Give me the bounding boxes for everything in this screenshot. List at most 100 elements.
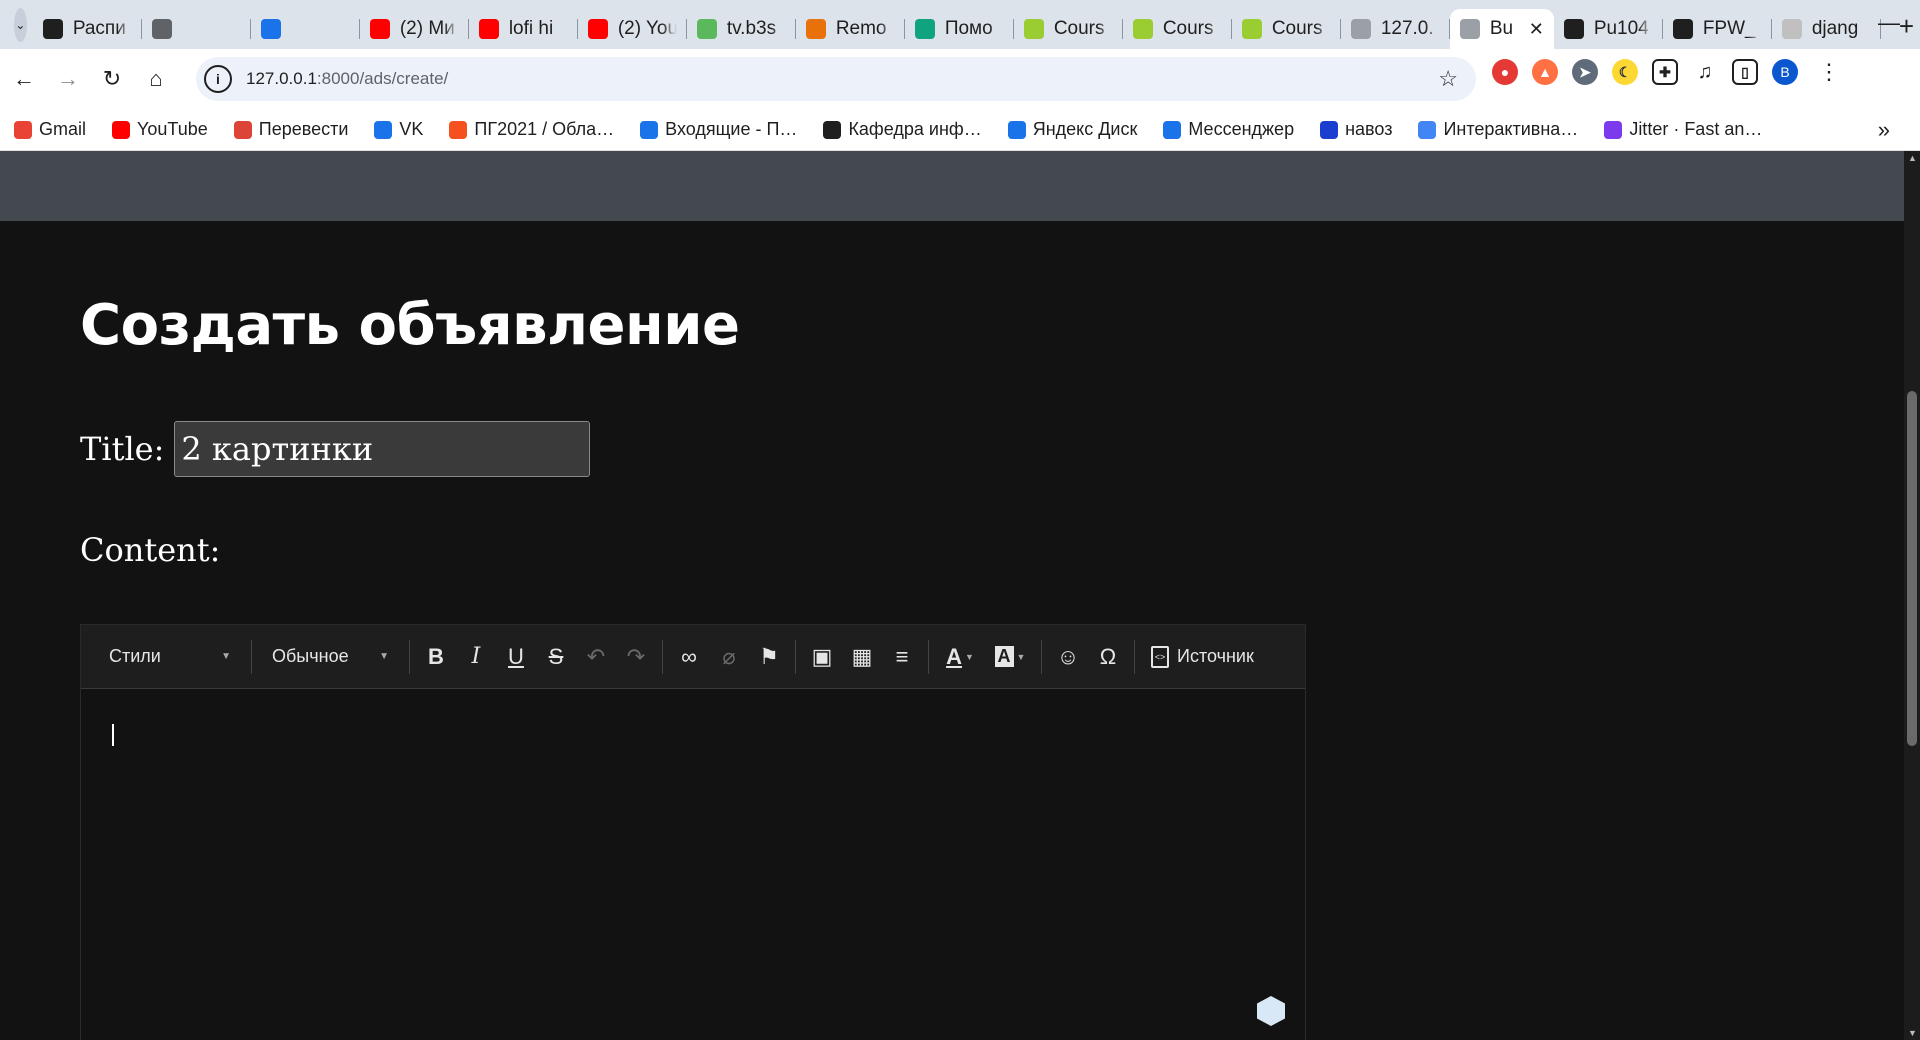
- browser-tab[interactable]: Cours: [1232, 9, 1341, 49]
- text-color-icon[interactable]: A ▼: [935, 637, 985, 677]
- browser-tab[interactable]: Распи: [33, 9, 142, 49]
- styles-dropdown[interactable]: Стили ▼: [95, 637, 245, 677]
- bookmark-item[interactable]: Gmail: [14, 119, 86, 140]
- horizontal-line-icon[interactable]: ≡: [882, 637, 922, 677]
- browser-tab[interactable]: [251, 9, 360, 49]
- bookmark-item[interactable]: Кафедра инф…: [823, 119, 982, 140]
- browser-tab[interactable]: (2) You: [578, 9, 687, 49]
- home-button[interactable]: ⌂: [136, 59, 176, 99]
- bookmark-item[interactable]: Мессенджер: [1163, 119, 1294, 140]
- link-icon[interactable]: ∞: [669, 637, 709, 677]
- layers-icon: [1672, 19, 1693, 39]
- scroll-thumb[interactable]: [1907, 391, 1917, 746]
- cursor-extension-icon[interactable]: ➤: [1572, 59, 1598, 85]
- background-color-icon[interactable]: A ▼: [985, 637, 1035, 677]
- globe-icon: [1459, 19, 1480, 39]
- minimize-icon[interactable]: —: [1878, 10, 1900, 36]
- image-icon[interactable]: ▣: [802, 637, 842, 677]
- underline-icon[interactable]: U: [496, 637, 536, 677]
- tab-search-button[interactable]: ⌄: [14, 7, 27, 42]
- bookmark-label: ПГ2021 / Обла…: [474, 119, 615, 139]
- back-button[interactable]: ←: [4, 59, 44, 99]
- tab-title: Помо: [944, 18, 993, 39]
- browser-tab[interactable]: Pu104: [1554, 9, 1663, 49]
- toolbar-separator: [409, 639, 410, 674]
- forward-button[interactable]: →: [48, 59, 88, 99]
- bookmark-item[interactable]: Входящие - П…: [640, 119, 797, 140]
- tab-title: (2) You: [617, 18, 677, 39]
- bookmark-label: Интерактивна…: [1443, 119, 1579, 139]
- text-cursor: [112, 724, 114, 746]
- bookmark-item[interactable]: Интерактивна…: [1418, 119, 1578, 140]
- tab-title: Распи: [72, 18, 126, 39]
- bookmark-item[interactable]: ПГ2021 / Обла…: [449, 119, 614, 140]
- media-control-icon[interactable]: ♫: [1692, 59, 1718, 85]
- tab-active[interactable]: Bu ✕: [1449, 9, 1554, 49]
- bookmark-label: Кафедра инф…: [848, 119, 982, 139]
- styles-dropdown-label: Стили: [109, 646, 161, 666]
- strikethrough-icon[interactable]: S: [536, 637, 576, 677]
- redo-icon[interactable]: ↷: [616, 637, 656, 677]
- youtube-icon: [112, 120, 131, 139]
- italic-icon[interactable]: I: [456, 637, 496, 677]
- scroll-up-arrow-icon[interactable]: ▲: [1908, 153, 1917, 163]
- bookmark-item[interactable]: YouTube: [112, 119, 208, 140]
- scroll-down-arrow-icon[interactable]: ▼: [1908, 1028, 1917, 1038]
- browser-tab[interactable]: (2) Ми: [360, 9, 469, 49]
- more-bookmarks-icon[interactable]: »: [1878, 117, 1890, 143]
- browser-tab[interactable]: Cours: [1014, 9, 1123, 49]
- new-tab-button[interactable]: +: [1899, 11, 1914, 42]
- tab-title: Cours: [1271, 18, 1323, 39]
- more-menu-icon[interactable]: ⋮: [1818, 59, 1840, 85]
- address-bar[interactable]: i 127.0.0.1:8000/ads/create/ ☆: [196, 57, 1476, 101]
- browser-tab[interactable]: Cours: [1123, 9, 1232, 49]
- bookmark-item[interactable]: Jitter · Fast an…: [1604, 119, 1762, 140]
- browser-tab[interactable]: FPW_: [1663, 9, 1772, 49]
- bookmark-label: VK: [399, 119, 424, 139]
- tab-title: Cours: [1053, 18, 1105, 39]
- fire-extension-icon[interactable]: ▲: [1532, 59, 1558, 85]
- tab-title: djang: [1811, 18, 1859, 39]
- page-scrollbar[interactable]: ▲ ▼: [1904, 151, 1920, 1040]
- browser-tab[interactable]: Remo: [796, 9, 905, 49]
- bookmark-item[interactable]: Яндекс Диск: [1007, 119, 1137, 140]
- browser-tab[interactable]: Помо: [905, 9, 1014, 49]
- table-icon[interactable]: ▦: [842, 637, 882, 677]
- site-info-icon[interactable]: i: [204, 65, 232, 93]
- title-input[interactable]: [174, 421, 591, 477]
- profile-avatar[interactable]: B: [1772, 59, 1798, 85]
- github-icon: [1563, 19, 1584, 39]
- moon-extension-icon[interactable]: ☾: [1612, 59, 1638, 85]
- bold-icon[interactable]: B: [416, 637, 456, 677]
- bookmark-item[interactable]: навоз: [1320, 119, 1392, 140]
- browser-tab[interactable]: djang: [1772, 9, 1881, 49]
- bookmark-star-icon[interactable]: ☆: [1438, 66, 1458, 92]
- bookmark-item[interactable]: VK: [374, 119, 423, 140]
- browser-tab[interactable]: 127.0.: [1341, 9, 1450, 49]
- editor-badge-icon[interactable]: [1257, 996, 1285, 1026]
- browser-tab[interactable]: tv.b3s: [687, 9, 796, 49]
- browser-tab[interactable]: lofi hi: [469, 9, 578, 49]
- reload-button[interactable]: ↻: [92, 59, 132, 99]
- content-field-row: Content:: [80, 531, 220, 569]
- toolbar-separator: [662, 639, 663, 674]
- anchor-flag-icon[interactable]: ⚑: [749, 637, 789, 677]
- bookmark-label: YouTube: [137, 119, 208, 139]
- unlink-icon[interactable]: ⌀: [709, 637, 749, 677]
- close-tab-icon[interactable]: ✕: [1529, 19, 1544, 40]
- undo-icon[interactable]: ↶: [576, 637, 616, 677]
- special-char-omega-icon[interactable]: Ω: [1088, 637, 1128, 677]
- format-dropdown[interactable]: Обычное ▼: [258, 637, 403, 677]
- browser-tab[interactable]: [142, 9, 251, 49]
- url-text[interactable]: 127.0.0.1:8000/ads/create/: [246, 69, 448, 89]
- adblock-extension-icon[interactable]: ●: [1492, 59, 1518, 85]
- remote-icon: [805, 19, 826, 39]
- source-button[interactable]: <> Источник: [1141, 637, 1264, 677]
- page-title: Создать объявление: [80, 293, 740, 358]
- extensions-puzzle-icon[interactable]: ✚: [1652, 59, 1678, 85]
- editor-content-area[interactable]: [81, 689, 1305, 1040]
- bookmark-item[interactable]: Перевести: [233, 119, 348, 140]
- side-panel-icon[interactable]: ▯: [1732, 59, 1758, 85]
- emoji-icon[interactable]: ☺: [1048, 637, 1088, 677]
- title-label: Title:: [80, 430, 165, 468]
